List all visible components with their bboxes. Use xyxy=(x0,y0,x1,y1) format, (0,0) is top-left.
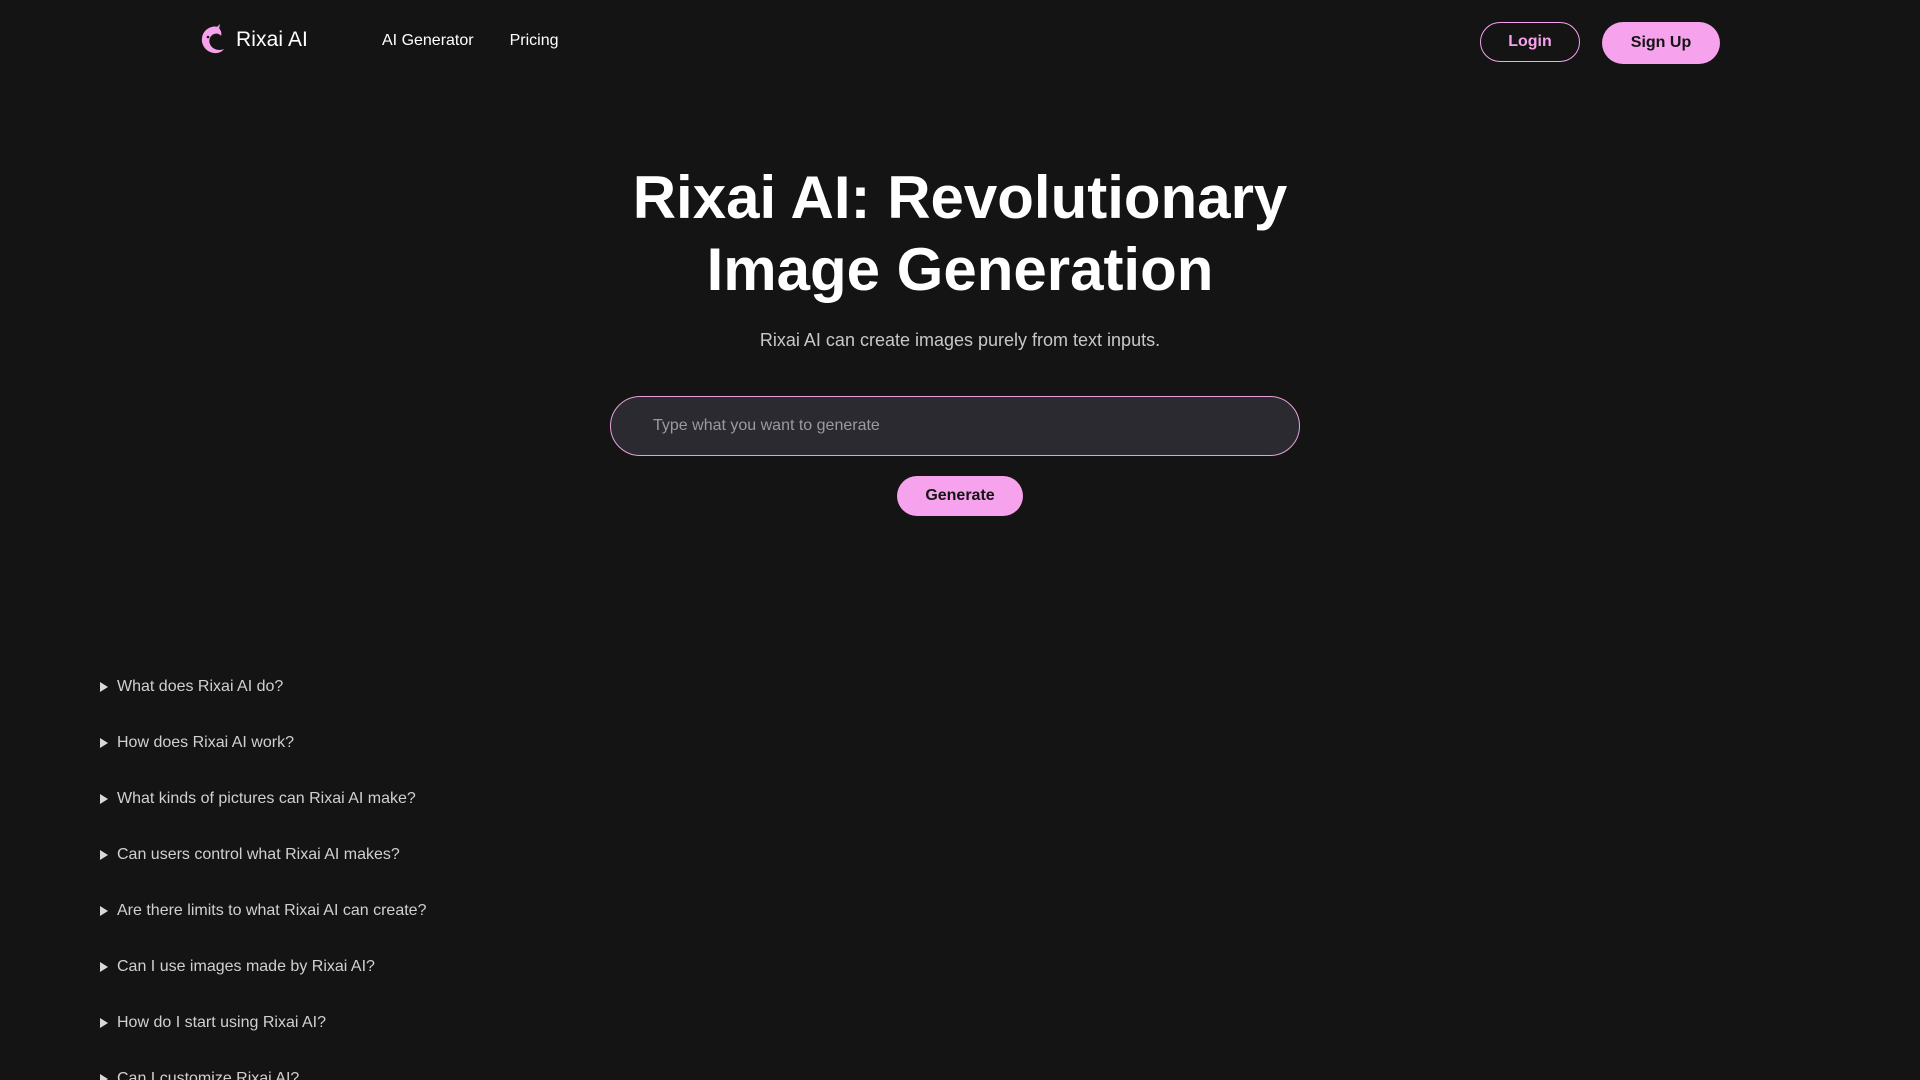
page-title-line-2: Image Generation xyxy=(706,236,1214,303)
faq-list: What does Rixai AI do? How does Rixai AI… xyxy=(100,676,426,1080)
expand-triangle-icon xyxy=(100,906,108,916)
expand-triangle-icon xyxy=(100,962,108,972)
faq-item[interactable]: What does Rixai AI do? xyxy=(100,676,426,698)
faq-question: Are there limits to what Rixai AI can cr… xyxy=(117,902,427,919)
faq-item[interactable]: How do I start using Rixai AI? xyxy=(100,1012,426,1034)
faq-question: Can I customize Rixai AI? xyxy=(117,1070,300,1080)
top-nav-bar: Rixai AI AI Generator Pricing Login Sign… xyxy=(0,0,1920,86)
faq-item[interactable]: Can I use images made by Rixai AI? xyxy=(100,956,426,978)
faq-item[interactable]: What kinds of pictures can Rixai AI make… xyxy=(100,788,426,810)
expand-triangle-icon xyxy=(100,682,108,692)
signup-button[interactable]: Sign Up xyxy=(1602,22,1720,64)
prompt-field-container xyxy=(610,396,1300,456)
faq-question: How does Rixai AI work? xyxy=(117,734,294,751)
brand-name: Rixai AI xyxy=(236,28,308,51)
generate-button[interactable]: Generate xyxy=(897,476,1023,516)
expand-triangle-icon xyxy=(100,1074,108,1080)
nav-link-ai-generator[interactable]: AI Generator xyxy=(382,32,474,50)
expand-triangle-icon xyxy=(100,1018,108,1028)
brand-logo[interactable]: Rixai AI xyxy=(198,24,308,56)
page: Rixai AI AI Generator Pricing Login Sign… xyxy=(0,0,1920,1080)
prompt-input[interactable] xyxy=(651,416,1275,436)
page-title-line-1: Rixai AI: Revolutionary xyxy=(632,164,1288,231)
faq-item[interactable]: Are there limits to what Rixai AI can cr… xyxy=(100,900,426,922)
expand-triangle-icon xyxy=(100,850,108,860)
faq-question: Can I use images made by Rixai AI? xyxy=(117,958,375,975)
page-title: Rixai AI: Revolutionary Image Generation xyxy=(560,162,1360,306)
page-subtitle: Rixai AI can create images purely from t… xyxy=(759,330,1161,350)
faq-question: How do I start using Rixai AI? xyxy=(117,1014,326,1031)
expand-triangle-icon xyxy=(100,794,108,804)
faq-item[interactable]: Can I customize Rixai AI? xyxy=(100,1068,426,1080)
faq-item[interactable]: Can users control what Rixai AI makes? xyxy=(100,844,426,866)
faq-question: What kinds of pictures can Rixai AI make… xyxy=(117,790,416,807)
nav-link-pricing[interactable]: Pricing xyxy=(510,32,559,50)
faq-item[interactable]: How does Rixai AI work? xyxy=(100,732,426,754)
dolphin-logo-icon xyxy=(201,24,224,54)
login-button[interactable]: Login xyxy=(1480,22,1580,62)
main-nav: AI Generator Pricing xyxy=(382,32,559,50)
faq-question: What does Rixai AI do? xyxy=(117,678,284,695)
faq-question: Can users control what Rixai AI makes? xyxy=(117,846,400,863)
expand-triangle-icon xyxy=(100,738,108,748)
